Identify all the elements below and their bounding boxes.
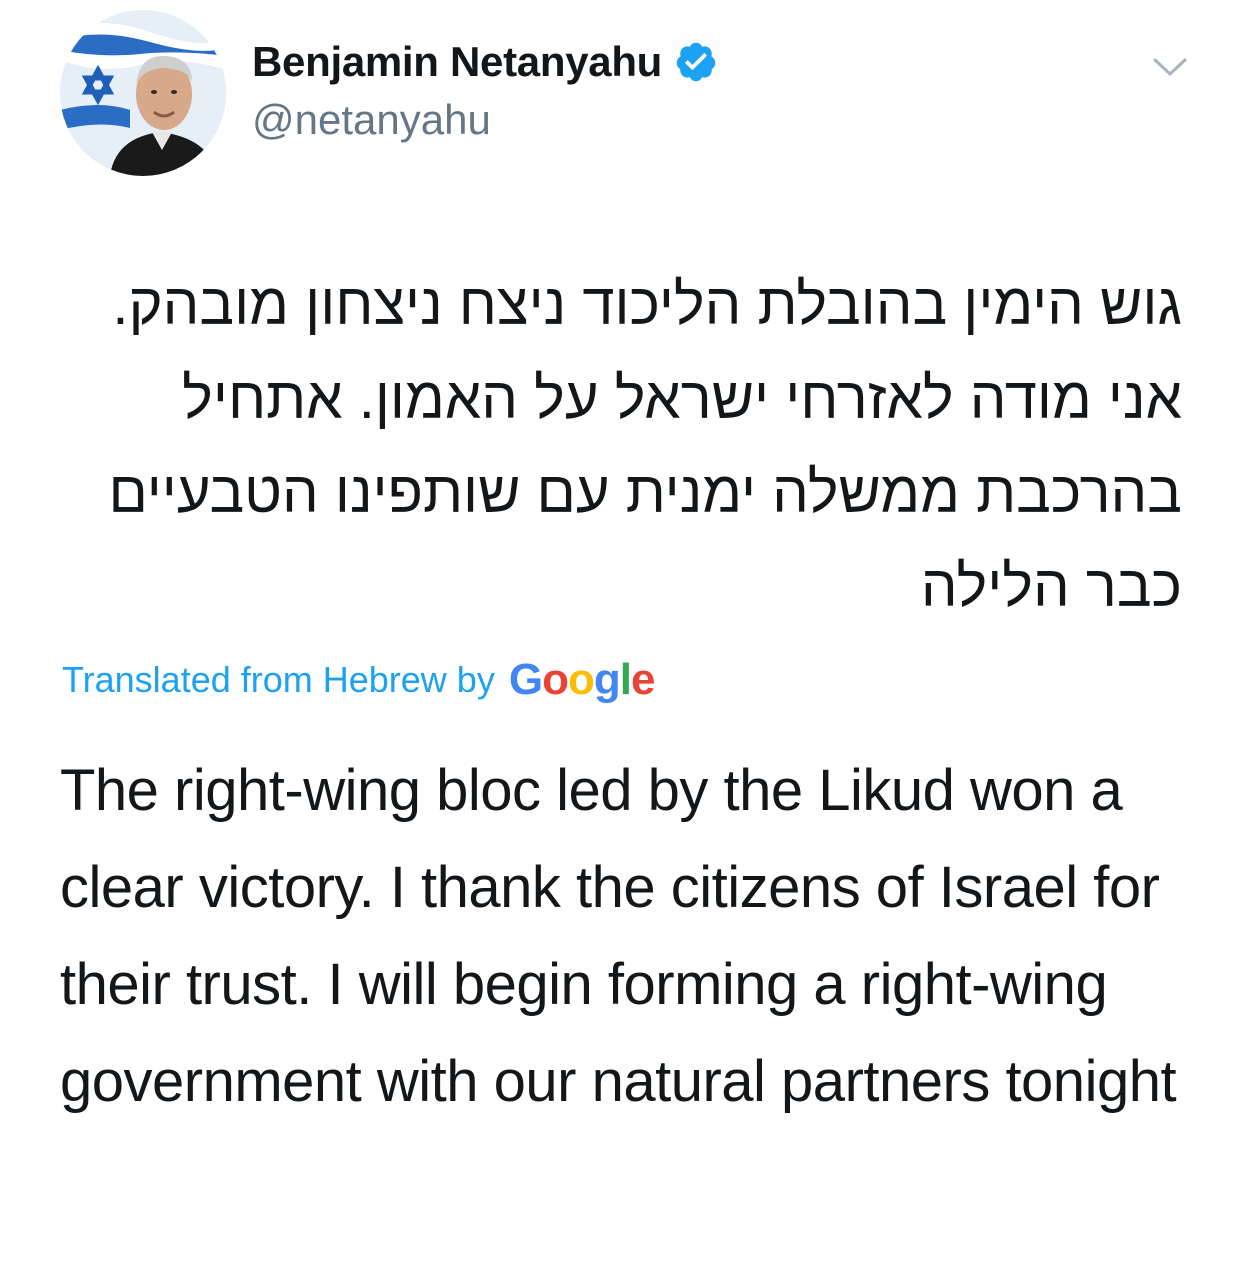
verified-badge-icon [674, 40, 718, 84]
avatar-image [60, 10, 226, 176]
author-display-name[interactable]: Benjamin Netanyahu [252, 38, 662, 86]
translation-label: Translated from Hebrew by [62, 659, 495, 700]
translation-attribution[interactable]: Translated from Hebrew by Google [62, 650, 656, 710]
tweet-card: Benjamin Netanyahu @netanyahu גוש הימין … [0, 0, 1242, 1276]
tweet-original-text: גוש הימין בהובלת הליכוד ניצח ניצחון מובה… [108, 272, 1182, 619]
avatar[interactable] [60, 10, 226, 176]
tweet-translated-text: The right-wing bloc led by the Likud won… [60, 758, 1177, 1114]
author-handle[interactable]: @netanyahu [252, 96, 491, 144]
author-name-row: Benjamin Netanyahu [252, 36, 718, 88]
google-logo: Google [508, 655, 656, 704]
chevron-down-icon[interactable] [1150, 50, 1190, 82]
